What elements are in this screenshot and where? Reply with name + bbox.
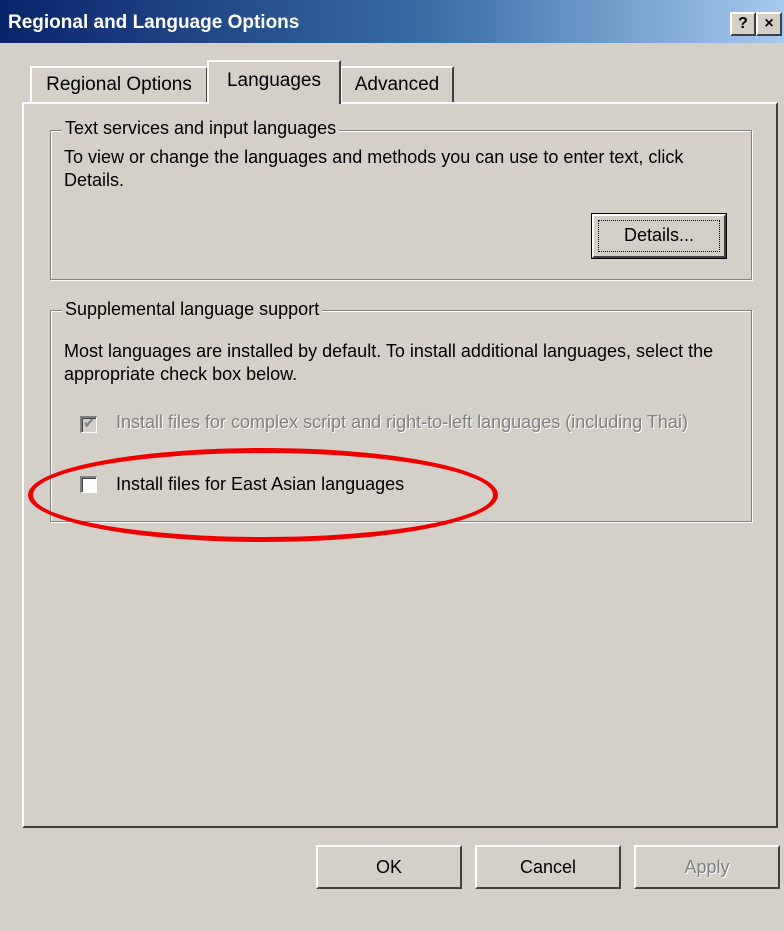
title-bar[interactable]: Regional and Language Options ? ×: [0, 0, 784, 43]
tab-panel-languages: Text services and input languages To vie…: [22, 102, 778, 828]
window-title: Regional and Language Options: [8, 12, 300, 33]
text-services-description: To view or change the languages and meth…: [64, 147, 684, 190]
tab-regional-options[interactable]: Regional Options: [30, 66, 208, 102]
complex-script-checkbox[interactable]: ✔: [80, 414, 97, 433]
east-asian-checkbox[interactable]: [80, 476, 97, 493]
apply-button[interactable]: Apply: [634, 845, 780, 889]
close-button[interactable]: ×: [756, 12, 782, 36]
tab-advanced[interactable]: Advanced: [340, 66, 454, 102]
text-services-group-title: Text services and input languages: [62, 118, 340, 139]
supplemental-group-title: Supplemental language support: [62, 299, 323, 320]
dialog-window: Regional and Language Options ? × Region…: [0, 0, 784, 931]
check-icon: ✔: [83, 414, 96, 432]
cancel-button[interactable]: Cancel: [475, 845, 621, 889]
complex-script-label: Install files for complex script and rig…: [116, 412, 688, 432]
tab-languages[interactable]: Languages: [207, 60, 341, 104]
details-focus-rect: [598, 220, 720, 252]
supplemental-description: Most languages are installed by default.…: [64, 341, 714, 384]
east-asian-label[interactable]: Install files for East Asian languages: [116, 473, 404, 496]
details-button[interactable]: Details...: [591, 213, 727, 259]
help-button[interactable]: ?: [730, 12, 756, 36]
ok-button[interactable]: OK: [316, 845, 462, 889]
